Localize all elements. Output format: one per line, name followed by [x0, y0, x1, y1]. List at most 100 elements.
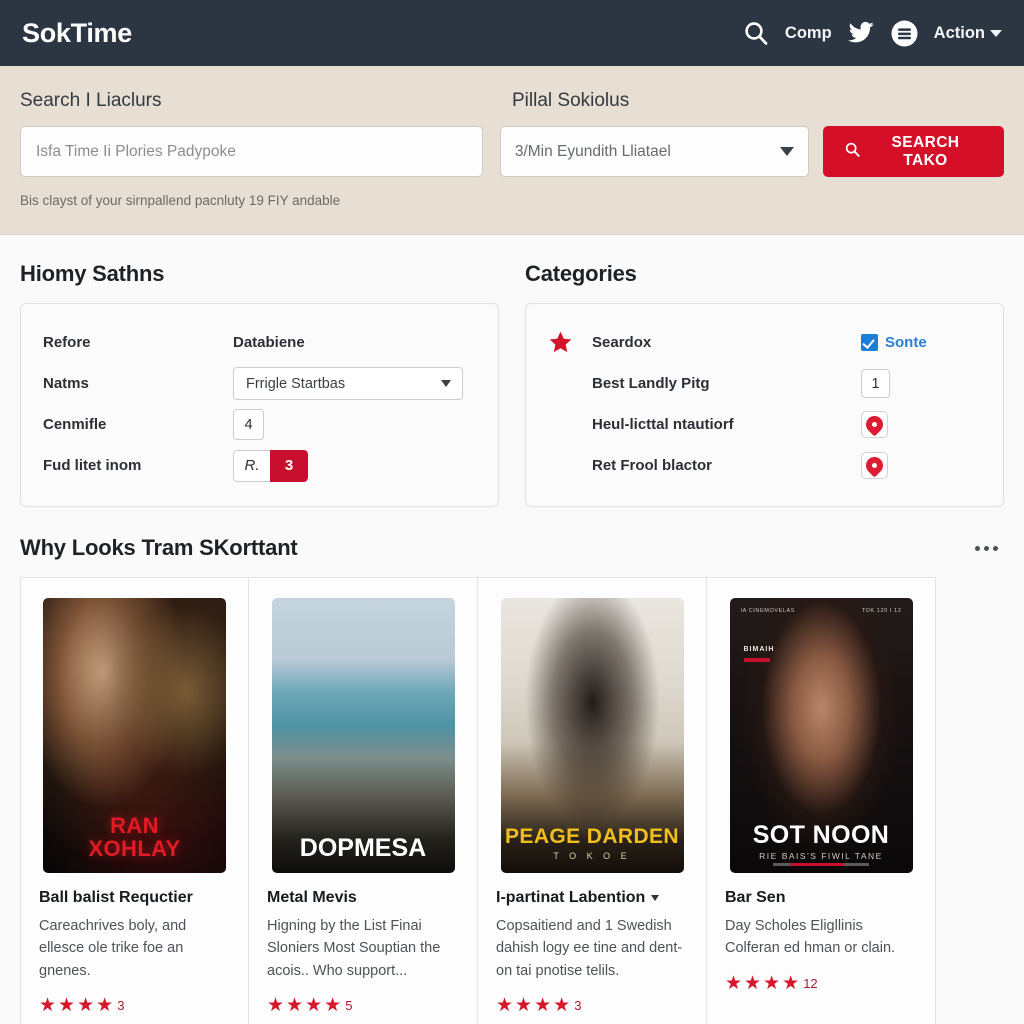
movie-poster[interactable]: PEAGE DARDEN T O K O E	[500, 598, 684, 873]
more-horizontal-icon[interactable]	[975, 545, 1004, 551]
poster-title-line1: SOT NOON	[752, 821, 890, 849]
settings-row-key: Refore	[43, 334, 91, 351]
star-icon: ★	[534, 995, 552, 1017]
card-title-text: Ball balist Requctier	[39, 889, 193, 906]
category-action[interactable]: Sonte	[861, 334, 981, 351]
star-icon: ★	[58, 995, 76, 1017]
search-input[interactable]	[20, 126, 483, 177]
search-label-right: Pillal Sokiolus	[512, 90, 630, 111]
categories-panel: Seardox Sonte Best Landly Pitg 1 Heul-li…	[525, 303, 1004, 507]
poster-subtitle: RIE BAIS'S FIWIL TANE	[759, 851, 883, 861]
circle-menu-icon[interactable]	[891, 20, 918, 47]
settings-row: Natms Frrigle Startbas	[43, 363, 476, 404]
search-icon	[845, 142, 860, 162]
category-action[interactable]	[861, 452, 981, 479]
brand-logo[interactable]: SokTime	[22, 18, 132, 49]
categories-title: Categories	[525, 261, 637, 286]
checkbox-checked-icon[interactable]	[861, 334, 878, 351]
search-band: Search I Liaclurs Pillal Sokiolus 3/Min …	[0, 66, 1024, 235]
star-icon: ★	[324, 995, 342, 1017]
app-root: SokTime Comp Action Search I Liaclurs Pi…	[0, 0, 1024, 1024]
nav-action-dropdown[interactable]: Action	[934, 24, 1002, 43]
category-action[interactable]	[861, 411, 981, 438]
rating-value: 12	[803, 975, 818, 991]
movie-poster[interactable]: DOPMESA	[271, 598, 455, 873]
category-link[interactable]: Sonte	[861, 334, 927, 351]
settings-row-key: Fud litet inom	[43, 457, 142, 474]
settings-row: Cenmifle 4	[43, 404, 476, 445]
search-filter-select[interactable]: 3/Min Eyundith Lliatael	[499, 126, 809, 177]
card-rating[interactable]: ★ ★ ★ ★ 3	[39, 996, 230, 1024]
star-icon: ★	[286, 995, 304, 1017]
category-row[interactable]: Seardox Sonte	[548, 322, 981, 363]
star-icon: ★	[515, 995, 533, 1017]
navbar: SokTime Comp Action	[0, 0, 1024, 66]
category-row[interactable]: Heul-licttal ntautiorf	[548, 404, 981, 445]
category-count-badge[interactable]: 1	[861, 369, 890, 398]
poster-title-block: DOPMESA	[272, 835, 455, 873]
search-submit-label: SEARCH TAKO	[891, 133, 960, 169]
search-submit-button[interactable]: SEARCH TAKO	[822, 126, 1004, 177]
category-row[interactable]: Best Landly Pitg 1	[548, 363, 981, 404]
settings-title: Hiomy Sathns	[20, 261, 165, 286]
poster-bottom-strip	[773, 863, 869, 866]
caret-down-icon	[779, 147, 794, 156]
twitter-icon[interactable]	[847, 21, 875, 45]
cards-row: RAN XOHLAY Ball balist Requctier Careach…	[0, 561, 1024, 1024]
category-row[interactable]: Ret Frool blactor	[548, 445, 981, 486]
location-pin-icon[interactable]	[861, 411, 888, 438]
card-title-text: Bar Sen	[725, 889, 786, 906]
stepper-left-value[interactable]: R.	[233, 449, 270, 482]
star-icon: ★	[763, 972, 781, 994]
cards-section-title: Why Looks Tram SKorttant	[20, 535, 298, 560]
rating-value: 3	[117, 998, 125, 1014]
movie-card[interactable]: RAN XOHLAY Ball balist Requctier Careach…	[20, 577, 249, 1024]
settings-panel: Refore Databiene Natms Frrigle Startbas …	[20, 303, 499, 507]
search-label-left: Search I Liaclurs	[20, 90, 162, 111]
nav-link-comp[interactable]: Comp	[785, 24, 832, 43]
category-action[interactable]: 1	[861, 369, 981, 398]
caret-down-icon	[441, 380, 451, 387]
settings-number-input[interactable]: 4	[233, 409, 264, 440]
rating-value: 3	[574, 998, 582, 1014]
categories-column: Categories Seardox Sonte Best Landly Pit…	[525, 261, 1004, 507]
poster-subtitle: T O K O E	[553, 851, 631, 861]
poster-title-line1: RAN	[110, 813, 159, 839]
category-name: Seardox	[592, 334, 652, 351]
star-icon	[548, 330, 592, 355]
poster-tag: BIMAIH	[743, 646, 775, 653]
card-title-text: I-partinat Labention	[496, 889, 646, 906]
poster-corner-left: IA CINEMOVELAS	[740, 608, 796, 614]
search-labels: Search I Liaclurs Pillal Sokiolus	[20, 90, 1004, 112]
card-rating[interactable]: ★ ★ ★ ★ 5	[267, 996, 459, 1024]
poster-title-block: PEAGE DARDEN T O K O E	[501, 826, 684, 873]
chevron-down-icon[interactable]	[651, 895, 660, 901]
category-link-label: Sonte	[885, 334, 927, 351]
poster-title-line2: XOHLAY	[88, 836, 181, 862]
movie-card[interactable]: PEAGE DARDEN T O K O E I-partinat Labent…	[478, 577, 707, 1024]
card-rating[interactable]: ★ ★ ★ ★ 3	[496, 996, 688, 1024]
card-rating[interactable]: ★ ★ ★ ★ 12	[725, 974, 917, 1007]
movie-poster[interactable]: IA CINEMOVELAS TOK 120 I 12 BIMAIH SOT N…	[729, 598, 913, 873]
star-icon: ★	[96, 995, 114, 1017]
settings-stepper[interactable]: R. 3	[233, 449, 308, 482]
settings-select[interactable]: Frrigle Startbas	[233, 367, 463, 400]
search-hint-text: Bis clayst of your sirnpallend pacnluty …	[20, 193, 341, 208]
movie-card[interactable]: DOPMESA Metal Mevis Higning by the List …	[249, 577, 478, 1024]
star-icon: ★	[267, 995, 285, 1017]
search-filter-value: 3/Min Eyundith Lliatael	[514, 142, 671, 160]
card-description: Day Scholes Eligllinis Colferan ed hman …	[725, 918, 896, 957]
movie-card[interactable]: IA CINEMOVELAS TOK 120 I 12 BIMAIH SOT N…	[707, 577, 936, 1024]
stepper-right-value[interactable]: 3	[270, 449, 308, 482]
settings-row-key: Natms	[43, 375, 89, 392]
star-icon: ★	[553, 995, 571, 1017]
poster-corner-right: TOK 120 I 12	[861, 608, 902, 614]
movie-poster[interactable]: RAN XOHLAY	[43, 598, 226, 873]
star-icon: ★	[725, 972, 743, 994]
settings-column: Hiomy Sathns Refore Databiene Natms Frri…	[20, 261, 499, 507]
search-icon[interactable]	[743, 20, 769, 46]
location-pin-icon[interactable]	[861, 452, 888, 479]
poster-title-block: RAN XOHLAY	[43, 813, 226, 873]
card-description: Higning by the List Finai Sloniers Most …	[267, 918, 441, 979]
main-columns: Hiomy Sathns Refore Databiene Natms Frri…	[0, 235, 1024, 507]
